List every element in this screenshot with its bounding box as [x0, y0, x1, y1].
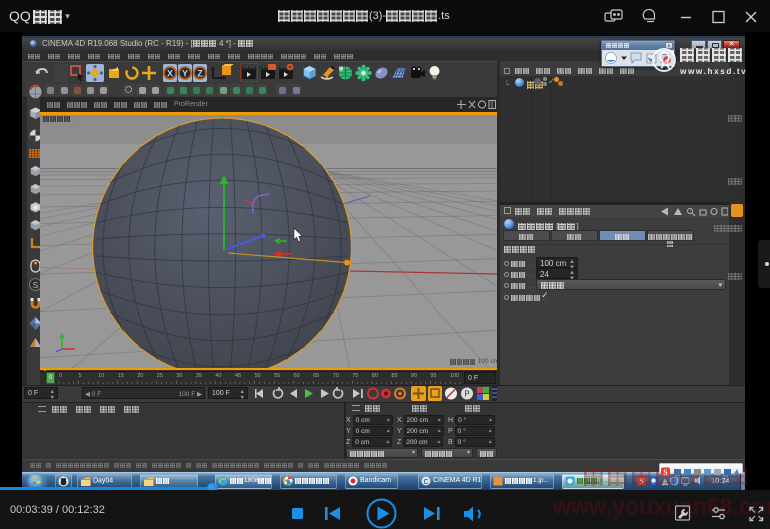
svg-text:C: C: [423, 479, 428, 486]
svg-text:S: S: [663, 468, 668, 477]
svg-text:Z: Z: [197, 68, 203, 78]
svg-text:X: X: [167, 68, 173, 78]
svg-text:Y: Y: [182, 68, 188, 78]
svg-text:P: P: [464, 390, 469, 399]
svg-text:www.hxsd.tv: www.hxsd.tv: [680, 67, 747, 76]
svg-text:S: S: [33, 280, 39, 290]
